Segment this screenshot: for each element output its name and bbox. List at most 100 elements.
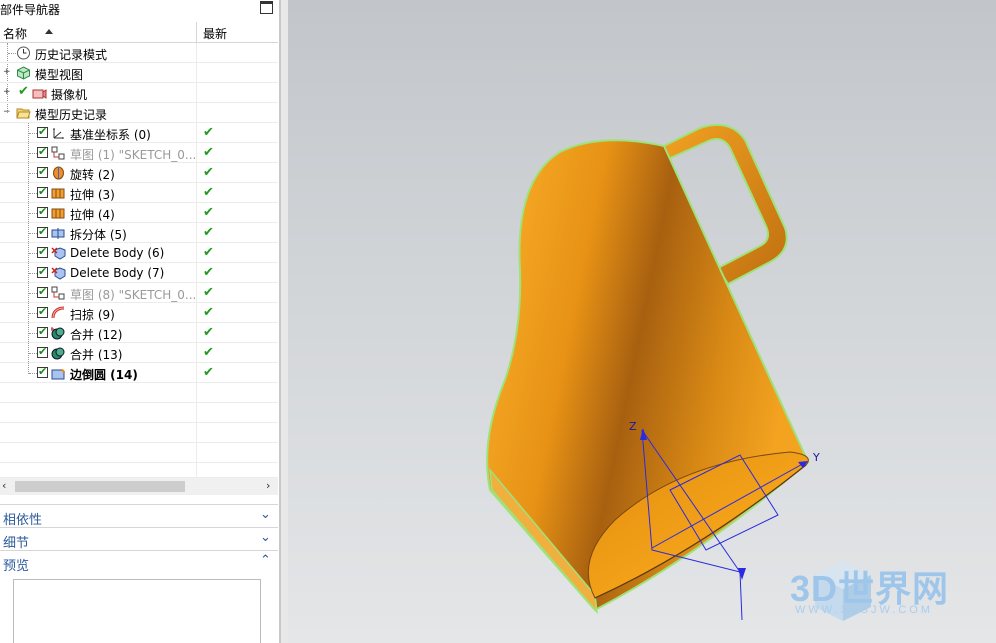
dependencies-section[interactable]: 相依性 ⌄	[0, 504, 278, 528]
edge-blend-icon	[51, 369, 65, 380]
extrude-icon	[51, 208, 65, 219]
name-column-header[interactable]: 名称	[3, 25, 27, 42]
column-header: 名称 最新	[0, 22, 278, 43]
visibility-checkbox[interactable]	[37, 305, 48, 318]
visibility-checkbox[interactable]	[37, 245, 48, 258]
visibility-checkbox[interactable]	[37, 225, 48, 238]
graphics-viewport[interactable]: Z Y	[288, 0, 996, 643]
tree-label: 拆分体 (5)	[70, 228, 127, 242]
tree-label: 草图 (8) "SKETCH_0...	[70, 288, 197, 302]
expand-icon[interactable]: +	[3, 88, 11, 97]
extrude-icon	[51, 188, 65, 199]
visibility-checkbox[interactable]	[37, 185, 48, 198]
visibility-checkbox[interactable]	[37, 325, 48, 338]
tree-row-feature[interactable]: 拆分体 (5) ✔	[0, 223, 278, 243]
part-navigator-panel: 部件导航器 名称 最新 历史记录模式 + 模型视图 + ✔ 摄像机 − 模型历史…	[0, 0, 280, 643]
tree-label: 模型视图	[35, 68, 84, 82]
up-to-date-check-icon: ✔	[203, 345, 214, 360]
empty-row	[0, 463, 278, 483]
panel-divider[interactable]	[280, 0, 288, 643]
scroll-right-icon[interactable]: ›	[266, 479, 270, 492]
chevron-down-icon[interactable]: ⌄	[260, 530, 271, 545]
visibility-checkbox[interactable]	[37, 285, 48, 298]
tree-label: 历史记录模式	[35, 48, 108, 62]
latest-column-header[interactable]: 最新	[203, 25, 227, 42]
scrollbar-thumb[interactable]	[15, 481, 185, 492]
up-to-date-check-icon: ✔	[203, 285, 214, 300]
tree-label: 合并 (12)	[70, 328, 123, 342]
tree-row-feature[interactable]: Delete Body (7) ✔	[0, 263, 278, 283]
tree-label: 拉伸 (3)	[70, 188, 115, 202]
tree-row-model-history[interactable]: − 模型历史记录	[0, 103, 278, 123]
tree-row-feature[interactable]: 合并 (12) ✔	[0, 323, 278, 343]
expand-icon[interactable]: +	[3, 68, 11, 77]
delete-body-icon	[51, 267, 66, 280]
up-to-date-check-icon: ✔	[203, 145, 214, 160]
chevron-down-icon[interactable]: ⌄	[260, 507, 271, 522]
mug-model[interactable]: Z Y	[288, 0, 996, 643]
tree-row-feature[interactable]: 扫掠 (9) ✔	[0, 303, 278, 323]
up-to-date-check-icon: ✔	[203, 265, 214, 280]
check-icon: ✔	[18, 84, 29, 99]
tree-label: 草图 (1) "SKETCH_0...	[70, 148, 197, 162]
visibility-checkbox[interactable]	[37, 125, 48, 138]
tree-label: 模型历史记录	[35, 108, 108, 122]
visibility-checkbox[interactable]	[37, 205, 48, 218]
tree-label: 扫掠 (9)	[70, 308, 115, 322]
datum-csys-icon	[53, 128, 64, 139]
tree-row-feature[interactable]: 旋转 (2) ✔	[0, 163, 278, 183]
tree-label: 合并 (13)	[70, 348, 123, 362]
sketch-icon	[51, 286, 65, 300]
tree-label: 摄像机	[51, 88, 88, 102]
preview-area	[13, 579, 261, 643]
tree-row-feature[interactable]: Delete Body (6) ✔	[0, 243, 278, 263]
chevron-up-icon[interactable]: ⌃	[260, 553, 271, 568]
tree-row-history-mode[interactable]: 历史记录模式	[0, 43, 278, 63]
tree-row-feature-current[interactable]: 边倒圆 (14) ✔	[0, 363, 278, 383]
tree-row-feature[interactable]: 草图 (1) "SKETCH_0... ✔	[0, 143, 278, 163]
navigator-title-bar: 部件导航器	[0, 0, 279, 18]
details-section[interactable]: 细节 ⌄	[0, 527, 278, 551]
up-to-date-check-icon: ✔	[203, 225, 214, 240]
tree-label: 基准坐标系 (0)	[70, 128, 151, 142]
revolve-icon	[53, 166, 64, 180]
section-title: 细节	[3, 536, 30, 551]
collapse-icon[interactable]: −	[3, 108, 11, 117]
tree-row-feature[interactable]: 拉伸 (4) ✔	[0, 203, 278, 223]
tree-row-model-views[interactable]: + 模型视图	[0, 63, 278, 83]
up-to-date-check-icon: ✔	[203, 325, 214, 340]
navigator-title: 部件导航器	[0, 3, 61, 17]
tree-label: 拉伸 (4)	[70, 208, 115, 222]
horizontal-scrollbar[interactable]: ‹ ›	[0, 478, 278, 495]
tree-row-feature[interactable]: 拉伸 (3) ✔	[0, 183, 278, 203]
z-axis-label: Z	[629, 420, 637, 433]
column-divider[interactable]	[196, 22, 197, 42]
visibility-checkbox[interactable]	[37, 345, 48, 358]
watermark-subtext: WWW.3DSJW.COM	[795, 604, 933, 616]
visibility-checkbox[interactable]	[37, 165, 48, 178]
up-to-date-check-icon: ✔	[203, 165, 214, 180]
tree-row-feature[interactable]: 草图 (8) "SKETCH_0... ✔	[0, 283, 278, 303]
split-body-icon	[51, 228, 65, 239]
tree-label: Delete Body (7)	[70, 266, 165, 280]
up-to-date-check-icon: ✔	[203, 245, 214, 260]
up-to-date-check-icon: ✔	[203, 185, 214, 200]
preview-section[interactable]: 预览 ⌃	[0, 550, 278, 574]
tree-row-feature[interactable]: 合并 (13) ✔	[0, 343, 278, 363]
swept-icon	[51, 306, 65, 319]
sketch-icon	[51, 146, 65, 160]
visibility-checkbox[interactable]	[37, 365, 48, 378]
sort-ascending-icon[interactable]	[45, 29, 53, 34]
empty-row	[0, 423, 278, 443]
tree-row-camera[interactable]: + ✔ 摄像机	[0, 83, 278, 103]
tree-row-feature[interactable]: 基准坐标系 (0) ✔	[0, 123, 278, 143]
scroll-left-icon[interactable]: ‹	[2, 479, 6, 492]
visibility-checkbox[interactable]	[37, 265, 48, 278]
tree-label: Delete Body (6)	[70, 246, 165, 260]
maximize-icon[interactable]	[260, 1, 273, 14]
section-title: 相依性	[3, 513, 43, 528]
folder-open-icon	[16, 108, 31, 119]
model-view-icon	[17, 66, 30, 80]
visibility-checkbox[interactable]	[37, 145, 48, 158]
empty-row	[0, 383, 278, 403]
